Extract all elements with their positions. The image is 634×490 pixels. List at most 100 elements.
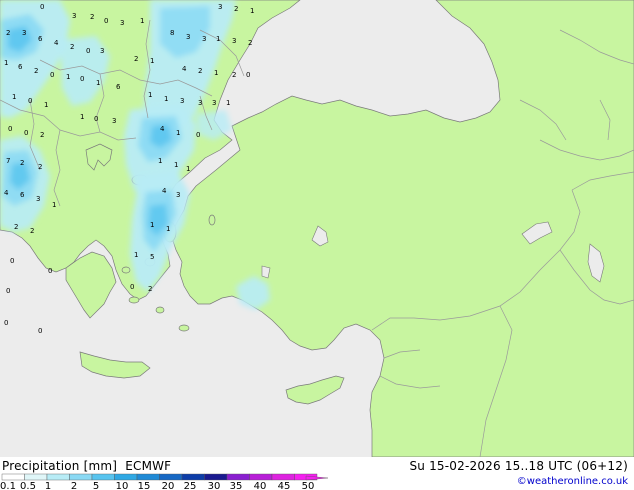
grid-value: 2 — [34, 67, 38, 75]
legend-swatch — [204, 473, 228, 481]
legend-label: 15 — [138, 481, 151, 490]
grid-value: 6 — [116, 83, 121, 91]
grid-value: 2 — [40, 131, 44, 139]
grid-value: 1 — [140, 17, 144, 25]
grid-value: 5 — [150, 253, 154, 261]
grid-value: 0 — [196, 131, 200, 139]
grid-value: 3 — [112, 117, 116, 125]
grid-value: 2 — [70, 43, 74, 51]
legend-swatch — [24, 473, 48, 481]
grid-value: 3 — [218, 3, 222, 11]
grid-value: 1 — [166, 225, 170, 233]
valid-time: Su 15-02-2026 15..18 UTC (06+12) — [409, 459, 628, 473]
grid-value: 3 — [176, 191, 180, 199]
grid-value: 3 — [22, 29, 26, 37]
legend-label: 35 — [230, 481, 243, 490]
legend-footer: Precipitation [mm] ECMWF Su 15-02-2026 1… — [0, 457, 634, 490]
model-name: ECMWF — [125, 459, 172, 473]
legend-swatch — [1, 473, 25, 481]
legend-label: 0.5 — [20, 481, 36, 490]
grid-value: 0 — [104, 17, 108, 25]
grid-value: 2 — [232, 71, 236, 79]
grid-value: 2 — [90, 13, 94, 21]
grid-value: 1 — [174, 161, 178, 169]
grid-value: 1 — [134, 251, 138, 259]
legend-label: 1 — [45, 481, 51, 490]
grid-value: 1 — [150, 57, 154, 65]
grid-value: 1 — [158, 157, 162, 165]
map-canvas: 0 3 2 0 3 1 3 2 1 2 3 6 4 2 0 3 8 3 3 1 3 2 1 6 2 0 1 0 1 2 1 4 2 1 2 0 1 0 1 6… — [0, 0, 634, 457]
grid-value: 0 — [38, 327, 42, 335]
grid-value: 0 — [48, 267, 52, 275]
grid-value: 4 — [182, 65, 187, 73]
grid-value: 0 — [8, 125, 12, 133]
grid-value: 3 — [100, 47, 104, 55]
grid-value: 6 — [18, 63, 23, 71]
grid-value: 0 — [94, 115, 98, 123]
grid-value: 4 — [54, 39, 59, 47]
legend-label: 0.1 — [0, 481, 16, 490]
grid-value: 0 — [10, 257, 14, 265]
grid-value: 0 — [24, 129, 28, 137]
grid-value: 0 — [130, 283, 134, 291]
grid-value: 7 — [6, 157, 10, 165]
legend-swatch — [46, 473, 70, 481]
grid-value: 6 — [20, 191, 25, 199]
precipitation-map: 0 3 2 0 3 1 3 2 1 2 3 6 4 2 0 3 8 3 3 1 3 2 1 6 2 0 1 0 1 2 1 4 2 1 2 0 1 0 1 6… — [0, 0, 634, 457]
grid-value: 0 — [28, 97, 32, 105]
grid-value: 3 — [212, 99, 216, 107]
legend-label: 25 — [184, 481, 197, 490]
grid-value: 2 — [248, 39, 252, 47]
grid-value: 0 — [86, 47, 90, 55]
legend-swatch — [159, 473, 183, 481]
grid-value: 1 — [214, 69, 218, 77]
legend-swatch — [271, 473, 295, 481]
grid-value: 3 — [186, 33, 190, 41]
grid-value: 2 — [234, 5, 238, 13]
grid-value: 8 — [170, 29, 174, 37]
legend-label: 5 — [93, 481, 99, 490]
grid-value: 1 — [80, 113, 84, 121]
grid-value: 1 — [148, 91, 152, 99]
legend-swatch — [91, 473, 115, 481]
grid-value: 2 — [134, 55, 138, 63]
grid-value: 1 — [186, 165, 190, 173]
legend-label: 20 — [162, 481, 175, 490]
grid-value: 4 — [162, 187, 167, 195]
legend-swatch — [69, 473, 93, 481]
grid-value: 1 — [12, 93, 16, 101]
color-scale: 0.1 0.5 1 2 5 10 15 20 25 30 35 40 45 50 — [0, 473, 329, 490]
grid-value: 2 — [20, 159, 24, 167]
credit-link[interactable]: ©weatheronline.co.uk — [517, 476, 628, 487]
legend-swatch — [181, 473, 205, 481]
grid-value: 1 — [4, 59, 8, 67]
product-name: Precipitation [mm] — [2, 459, 118, 473]
legend-swatch — [136, 473, 160, 481]
grid-value: 4 — [4, 189, 9, 197]
legend-swatch — [114, 473, 138, 481]
legend-swatch — [249, 473, 273, 481]
grid-value: 1 — [52, 201, 56, 209]
grid-value: 1 — [96, 79, 100, 87]
grid-value: 3 — [180, 97, 184, 105]
legend-label: 10 — [116, 481, 129, 490]
grid-value: 0 — [4, 319, 8, 327]
grid-value: 1 — [216, 35, 220, 43]
legend-label: 2 — [71, 481, 77, 490]
legend-label: 50 — [302, 481, 315, 490]
grid-value: 0 — [80, 75, 84, 83]
grid-value: 0 — [40, 3, 44, 11]
grid-value: 2 — [14, 223, 18, 231]
grid-value: 2 — [38, 163, 42, 171]
grid-value: 1 — [66, 73, 70, 81]
grid-value: 4 — [160, 125, 165, 133]
legend-label: 30 — [208, 481, 221, 490]
grid-value: 1 — [176, 129, 180, 137]
grid-value: 1 — [164, 95, 168, 103]
grid-value: 1 — [150, 221, 154, 229]
grid-value: 3 — [72, 12, 76, 20]
grid-value: 3 — [36, 195, 40, 203]
grid-value: 2 — [198, 67, 202, 75]
grid-value: 0 — [246, 71, 250, 79]
grid-value: 1 — [250, 7, 254, 15]
